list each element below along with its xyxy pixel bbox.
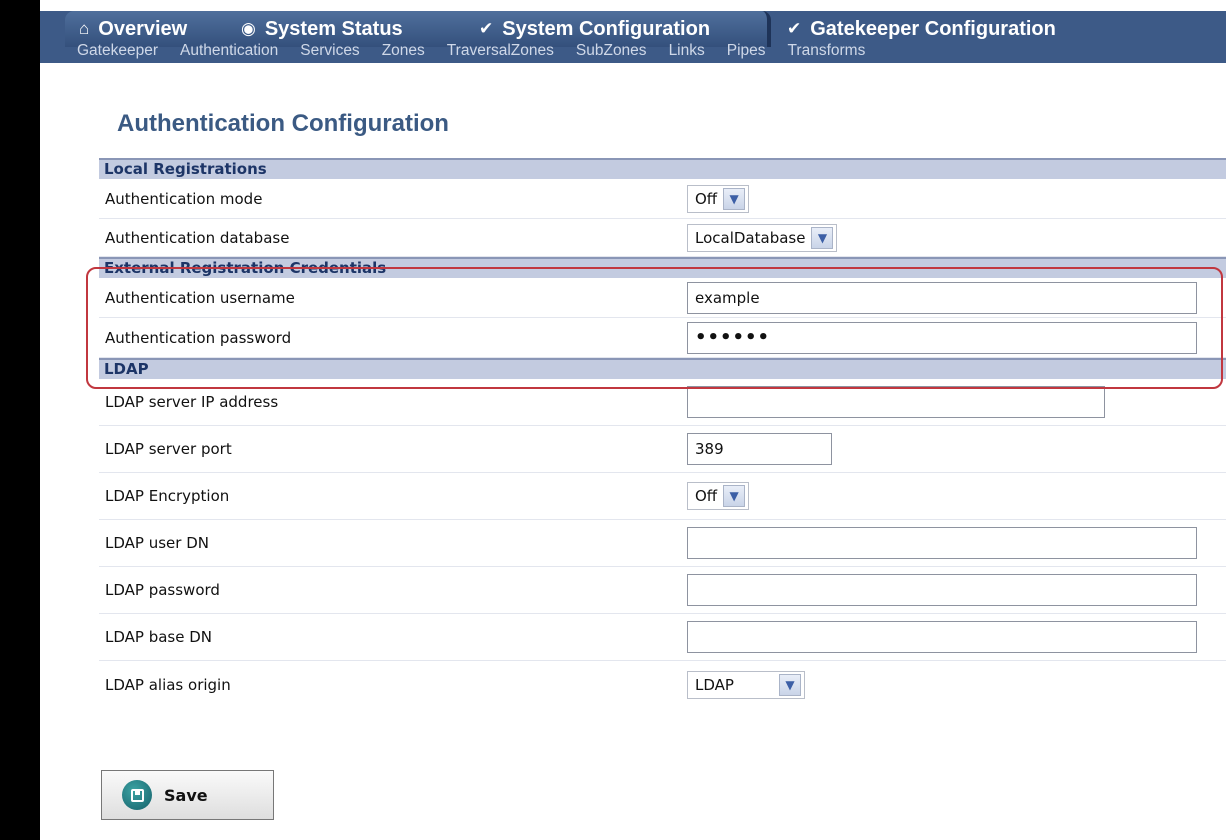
ldap-password-label: LDAP password (105, 581, 220, 599)
status-icon: ◉ (241, 19, 256, 38)
auth-mode-label: Authentication mode (105, 189, 263, 208)
chevron-down-icon[interactable]: ▼ (723, 485, 746, 507)
row-ldap-alias-origin: LDAP alias origin LDAP ▼ (99, 661, 1226, 708)
save-label: Save (164, 785, 208, 805)
page-title: Authentication Configuration (117, 110, 449, 137)
save-button[interactable]: Save (101, 770, 274, 820)
auth-username-value: example (695, 288, 760, 307)
ldap-base-dn-input[interactable] (687, 621, 1197, 653)
ldap-alias-origin-select[interactable]: LDAP ▼ (687, 670, 805, 699)
ldap-server-ip-label: LDAP server IP address (105, 393, 279, 411)
row-auth-database: Authentication database LocalDatabase ▼ (99, 219, 1226, 257)
auth-username-label: Authentication username (105, 288, 295, 307)
section-header-local: Local Registrations (99, 158, 1226, 179)
ldap-server-port-input[interactable]: 389 (687, 433, 832, 465)
wrench-icon: ✔ (479, 19, 494, 38)
subnav-authentication[interactable]: Authentication (180, 42, 278, 60)
subnav-traversalzones[interactable]: TraversalZones (447, 42, 554, 60)
subnav-gatekeeper[interactable]: Gatekeeper (77, 42, 158, 60)
left-black-strip (0, 0, 40, 840)
row-ldap-encryption: LDAP Encryption Off ▼ (99, 473, 1226, 520)
wrench-icon: ✔ (787, 19, 802, 38)
ldap-user-dn-label: LDAP user DN (105, 534, 209, 552)
auth-mode-value: Off (695, 189, 718, 208)
save-icon (122, 780, 152, 810)
section-header-external: External Registration Credentials (99, 257, 1226, 278)
subnav-pipes[interactable]: Pipes (727, 42, 766, 60)
ldap-server-ip-input[interactable] (687, 386, 1105, 418)
row-auth-password: Authentication password •••••• (99, 318, 1226, 358)
section-header-ldap: LDAP (99, 358, 1226, 379)
ldap-alias-origin-label: LDAP alias origin (105, 675, 231, 694)
chevron-down-icon[interactable]: ▼ (811, 226, 834, 249)
row-ldap-server-ip: LDAP server IP address (99, 379, 1226, 426)
chevron-down-icon[interactable]: ▼ (723, 187, 746, 210)
ldap-encryption-label: LDAP Encryption (105, 487, 230, 505)
ldap-encryption-select[interactable]: Off ▼ (687, 482, 750, 510)
ldap-encryption-value: Off (695, 487, 718, 505)
sub-navigation: Gatekeeper Authentication Services Zones… (40, 37, 1226, 64)
auth-password-value: •••••• (695, 327, 771, 348)
home-icon: ⌂ (79, 19, 90, 38)
row-auth-username: Authentication username example (99, 278, 1226, 318)
ldap-password-input[interactable] (687, 574, 1197, 606)
row-ldap-user-dn: LDAP user DN (99, 520, 1226, 567)
subnav-services[interactable]: Services (300, 42, 359, 60)
subnav-links[interactable]: Links (669, 42, 705, 60)
row-ldap-server-port: LDAP server port 389 (99, 426, 1226, 473)
row-ldap-password: LDAP password (99, 567, 1226, 614)
row-auth-mode: Authentication mode Off ▼ (99, 179, 1226, 219)
subnav-subzones[interactable]: SubZones (576, 42, 647, 60)
row-ldap-base-dn: LDAP base DN (99, 614, 1226, 661)
subnav-transforms[interactable]: Transforms (788, 42, 866, 60)
ldap-base-dn-label: LDAP base DN (105, 628, 213, 646)
auth-password-label: Authentication password (105, 328, 292, 347)
subnav-zones[interactable]: Zones (382, 42, 425, 60)
auth-database-label: Authentication database (105, 228, 290, 247)
ldap-server-port-label: LDAP server port (105, 440, 232, 458)
ldap-server-port-value: 389 (695, 440, 724, 458)
auth-config-form: Local Registrations Authentication mode … (99, 158, 1226, 708)
auth-username-input[interactable]: example (687, 281, 1197, 314)
auth-database-select[interactable]: LocalDatabase ▼ (687, 223, 838, 252)
auth-mode-select[interactable]: Off ▼ (687, 184, 750, 213)
top-margin (40, 0, 1226, 11)
tab-bar: ⌂ Overview ◉ System Status ✔ System Conf… (40, 11, 1226, 63)
chevron-down-icon[interactable]: ▼ (779, 673, 801, 696)
ldap-alias-origin-value: LDAP (695, 675, 734, 694)
ldap-user-dn-input[interactable] (687, 527, 1197, 559)
auth-password-input[interactable]: •••••• (687, 321, 1197, 354)
auth-database-value: LocalDatabase (695, 228, 806, 247)
